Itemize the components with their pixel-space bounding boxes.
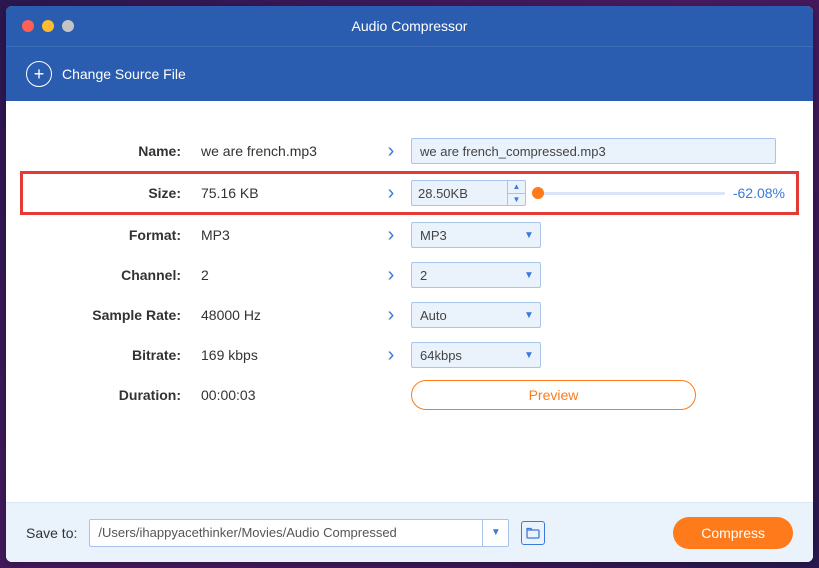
size-label: Size: [26, 185, 191, 201]
open-folder-button[interactable] [521, 521, 545, 545]
window-title: Audio Compressor [352, 18, 468, 34]
chevron-down-icon: ▼ [518, 303, 540, 327]
titlebar: Audio Compressor [6, 6, 813, 46]
form-content: Name: we are french.mp3 › Size: 75.16 KB… [6, 101, 813, 502]
row-sample-rate: Sample Rate: 48000 Hz › Auto ▼ [26, 295, 793, 335]
channel-select[interactable]: 2 ▼ [411, 262, 541, 288]
preview-button[interactable]: Preview [411, 380, 696, 410]
bitrate-source: 169 kbps [191, 347, 371, 363]
duration-source: 00:00:03 [191, 387, 371, 403]
format-select-value: MP3 [412, 228, 518, 243]
stepper-up-icon[interactable]: ▲ [508, 181, 525, 194]
row-duration: Duration: 00:00:03 Preview [26, 375, 793, 415]
row-format: Format: MP3 › MP3 ▼ [26, 215, 793, 255]
row-channel: Channel: 2 › 2 ▼ [26, 255, 793, 295]
preview-button-label: Preview [529, 387, 579, 403]
maximize-icon[interactable] [62, 20, 74, 32]
size-source: 75.16 KB [191, 185, 371, 201]
name-label: Name: [26, 143, 191, 159]
folder-icon [526, 527, 540, 539]
sample-rate-label: Sample Rate: [26, 307, 191, 323]
save-to-label: Save to: [26, 525, 77, 541]
name-source: we are french.mp3 [191, 143, 371, 159]
app-window: Audio Compressor + Change Source File Na… [6, 6, 813, 562]
bitrate-label: Bitrate: [26, 347, 191, 363]
close-icon[interactable] [22, 20, 34, 32]
stepper-down-icon[interactable]: ▼ [508, 194, 525, 206]
size-target-value: 28.50KB [412, 186, 507, 201]
sample-rate-select-value: Auto [412, 308, 518, 323]
chevron-right-icon: › [371, 141, 411, 161]
chevron-right-icon: › [371, 345, 411, 365]
sample-rate-source: 48000 Hz [191, 307, 371, 323]
channel-label: Channel: [26, 267, 191, 283]
sample-rate-select[interactable]: Auto ▼ [411, 302, 541, 328]
size-slider[interactable] [536, 192, 725, 195]
save-path-value: /Users/ihappyacethinker/Movies/Audio Com… [90, 525, 482, 540]
toolbar: + Change Source File [6, 46, 813, 101]
minimize-icon[interactable] [42, 20, 54, 32]
size-stepper[interactable]: 28.50KB ▲ ▼ [411, 180, 526, 206]
row-size: Size: 75.16 KB › 28.50KB ▲ ▼ -62.08% [20, 171, 799, 215]
chevron-right-icon: › [371, 183, 411, 203]
footer: Save to: /Users/ihappyacethinker/Movies/… [6, 502, 813, 562]
bitrate-select-value: 64kbps [412, 348, 518, 363]
channel-select-value: 2 [412, 268, 518, 283]
format-source: MP3 [191, 227, 371, 243]
size-percent: -62.08% [733, 185, 785, 201]
output-name-input[interactable] [411, 138, 776, 164]
format-select[interactable]: MP3 ▼ [411, 222, 541, 248]
save-path-select[interactable]: /Users/ihappyacethinker/Movies/Audio Com… [89, 519, 509, 547]
chevron-down-icon: ▼ [482, 520, 508, 546]
bitrate-select[interactable]: 64kbps ▼ [411, 342, 541, 368]
change-source-label: Change Source File [62, 66, 186, 82]
chevron-right-icon: › [371, 265, 411, 285]
chevron-down-icon: ▼ [518, 223, 540, 247]
plus-icon: + [26, 61, 52, 87]
chevron-down-icon: ▼ [518, 263, 540, 287]
compress-button-label: Compress [701, 525, 765, 541]
chevron-down-icon: ▼ [518, 343, 540, 367]
channel-source: 2 [191, 267, 371, 283]
row-name: Name: we are french.mp3 › [26, 131, 793, 171]
change-source-button[interactable]: + Change Source File [26, 61, 186, 87]
chevron-right-icon: › [371, 305, 411, 325]
compress-button[interactable]: Compress [673, 517, 793, 549]
format-label: Format: [26, 227, 191, 243]
chevron-right-icon: › [371, 225, 411, 245]
slider-thumb[interactable] [532, 187, 544, 199]
duration-label: Duration: [26, 387, 191, 403]
row-bitrate: Bitrate: 169 kbps › 64kbps ▼ [26, 335, 793, 375]
window-controls [22, 20, 74, 32]
